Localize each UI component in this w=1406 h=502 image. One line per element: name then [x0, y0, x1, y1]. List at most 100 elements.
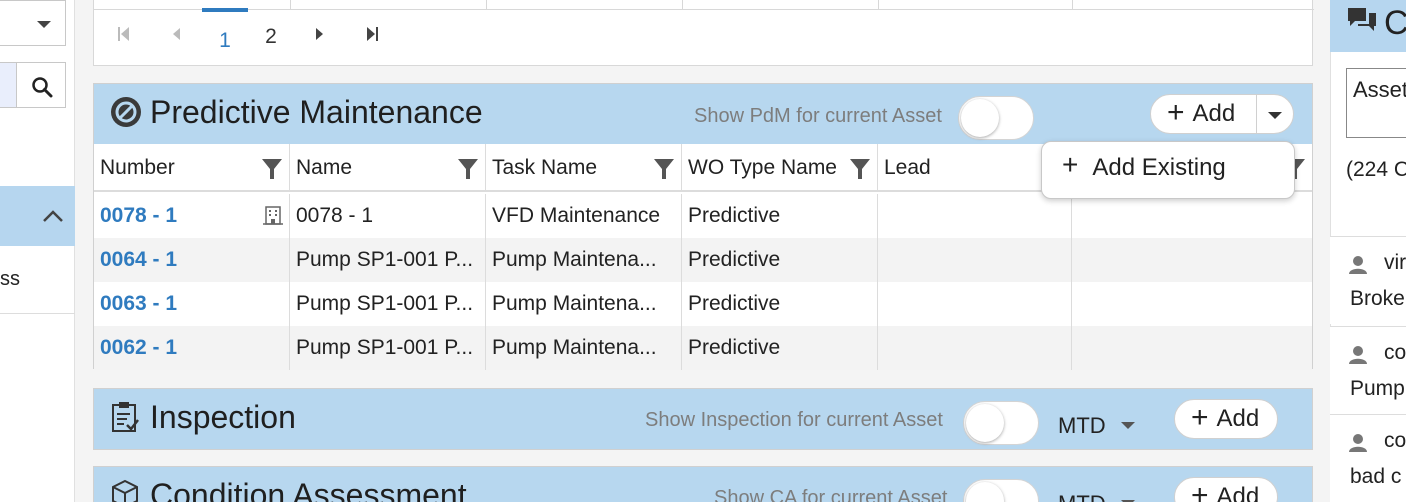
plus-icon: +: [1191, 400, 1209, 434]
comments-header: C: [1330, 0, 1406, 52]
row-number-link[interactable]: 0078 - 1: [94, 194, 290, 238]
row-task-name: Pump Maintena...: [486, 282, 682, 326]
column-name-label: Name: [296, 156, 353, 179]
inspection-toggle[interactable]: [963, 401, 1039, 445]
comments-icon: [1348, 8, 1376, 31]
filter-icon[interactable]: [849, 158, 871, 180]
first-page-icon: [118, 27, 129, 41]
first-page-button[interactable]: [116, 22, 132, 52]
pdm-title: Predictive Maintenance: [150, 94, 483, 130]
left-search-button[interactable]: [16, 62, 66, 108]
inspection-toggle-label: Show Inspection for current Asset: [645, 409, 943, 431]
chevron-down-icon: [37, 21, 51, 28]
condition-toggle[interactable]: [963, 479, 1039, 502]
filter-icon[interactable]: [261, 158, 283, 180]
comment-message: Broke: [1350, 287, 1405, 310]
cube-icon: [110, 479, 140, 502]
pager-panel: 1 2: [93, 0, 1314, 66]
inspection-add-button[interactable]: + Add: [1174, 399, 1278, 439]
clipboard-check-icon: [110, 401, 140, 438]
row-number-link[interactable]: 0064 - 1: [94, 238, 290, 282]
row-wo-type: Predictive: [682, 326, 878, 370]
row-name: Pump SP1-001 P...: [290, 326, 486, 370]
menu-add-existing[interactable]: + Add Existing: [1062, 149, 1226, 182]
pdm-header: Predictive Maintenance Show PdM for curr…: [94, 84, 1312, 144]
condition-header: Condition Assessment Show CA for current…: [94, 467, 1312, 502]
comment-message: Pump: [1350, 377, 1405, 400]
table-row[interactable]: 0064 - 1 Pump SP1-001 P... Pump Maintena…: [94, 238, 1312, 282]
filter-icon[interactable]: [457, 158, 479, 180]
comment-user: vir: [1384, 251, 1406, 274]
row-number-link[interactable]: 0063 - 1: [94, 282, 290, 326]
column-number-label: Number: [100, 156, 175, 179]
prev-page-icon: [173, 28, 180, 40]
row-number-link[interactable]: 0062 - 1: [94, 326, 290, 370]
column-wo-type-name[interactable]: WO Type Name: [682, 144, 878, 192]
plus-icon: +: [1167, 95, 1185, 129]
menu-add-existing-label: Add Existing: [1092, 154, 1226, 181]
comment-item[interactable]: vir Broke: [1330, 236, 1406, 324]
column-task-name[interactable]: Task Name: [486, 144, 682, 192]
condition-toggle-label: Show CA for current Asset: [714, 487, 948, 502]
page-2[interactable]: 2: [258, 22, 284, 52]
inspection-add-label: Add: [1216, 405, 1260, 432]
table-row[interactable]: 0062 - 1 Pump SP1-001 P... Pump Maintena…: [94, 326, 1312, 370]
comment-item[interactable]: co bad c: [1330, 414, 1406, 502]
comment-user: co: [1384, 429, 1406, 452]
left-section-header[interactable]: [0, 186, 75, 246]
building-icon: [263, 206, 283, 225]
comment-item[interactable]: co Pump: [1330, 326, 1406, 414]
row-lead: [878, 282, 1072, 326]
search-icon: [32, 77, 53, 98]
condition-period-select[interactable]: MTD: [1058, 491, 1106, 502]
last-page-button[interactable]: [364, 22, 380, 52]
comment-user: co: [1384, 341, 1406, 364]
column-lead-label: Lead: [884, 156, 931, 179]
plus-icon: +: [1191, 478, 1209, 502]
row-lead: [878, 238, 1072, 282]
add-dropdown-menu: + Add Existing: [1041, 141, 1295, 199]
comments-title: C: [1384, 4, 1406, 42]
page-1[interactable]: 1: [202, 8, 248, 52]
inspection-period-select[interactable]: MTD: [1058, 413, 1106, 439]
table-row[interactable]: 0063 - 1 Pump SP1-001 P... Pump Maintena…: [94, 282, 1312, 326]
filter-icon[interactable]: [653, 158, 675, 180]
pdm-add-button[interactable]: + Add: [1150, 94, 1268, 134]
prev-page-button[interactable]: [170, 22, 182, 52]
user-icon: [1349, 346, 1367, 364]
table-row[interactable]: 0078 - 1 0078 - 1 VFD Maintenance Predic…: [94, 194, 1312, 238]
row-lead: [878, 194, 1072, 238]
inspection-title: Inspection: [150, 399, 296, 435]
left-partial-text: ss: [0, 246, 75, 314]
comment-count: (224 C: [1346, 158, 1406, 181]
row-wo-type: Predictive: [682, 282, 878, 326]
pdm-add-dropdown[interactable]: [1256, 94, 1294, 134]
condition-panel: Condition Assessment Show CA for current…: [93, 466, 1313, 502]
column-name[interactable]: Name: [290, 144, 486, 192]
condition-add-button[interactable]: + Add: [1174, 477, 1278, 502]
grid-column-stub: [94, 0, 1314, 10]
column-number[interactable]: Number: [94, 144, 290, 192]
row-task-name: Pump Maintena...: [486, 238, 682, 282]
user-icon: [1349, 434, 1367, 452]
left-search-input[interactable]: [0, 62, 16, 108]
row-name: 0078 - 1: [290, 194, 486, 238]
row-name: Pump SP1-001 P...: [290, 238, 486, 282]
caret-down-icon: [1268, 112, 1282, 119]
caret-down-icon: [1121, 422, 1135, 429]
inspection-panel: Inspection Show Inspection for current A…: [93, 388, 1313, 450]
comment-input[interactable]: Asset: [1346, 68, 1406, 138]
pdm-panel: Predictive Maintenance Show PdM for curr…: [93, 83, 1313, 370]
row-name: Pump SP1-001 P...: [290, 282, 486, 326]
column-task-name-label: Task Name: [492, 156, 598, 179]
left-dropdown[interactable]: [0, 0, 66, 46]
row-lead: [878, 326, 1072, 370]
next-page-button[interactable]: [314, 22, 326, 52]
row-task-name: Pump Maintena...: [486, 326, 682, 370]
pdm-toggle[interactable]: [958, 96, 1034, 140]
pdm-toggle-label: Show PdM for current Asset: [694, 105, 942, 127]
plus-icon: +: [1062, 149, 1079, 180]
pdm-icon: [110, 96, 142, 133]
next-page-icon: [316, 28, 323, 40]
column-wo-type-label: WO Type Name: [688, 156, 837, 179]
